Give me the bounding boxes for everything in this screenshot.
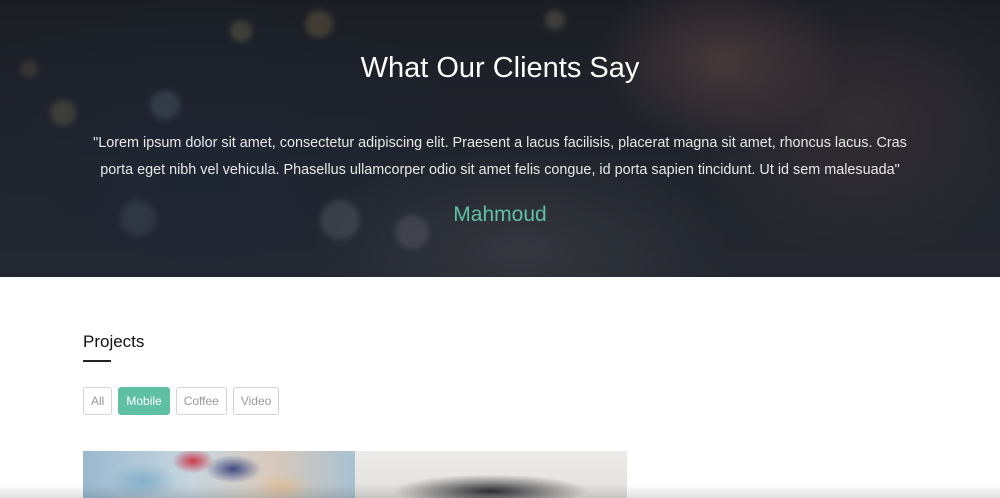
project-filters: All Mobile Coffee Video	[83, 387, 280, 415]
projects-title-underline	[83, 360, 111, 362]
filter-button-all[interactable]: All	[83, 387, 113, 415]
testimonial-quote: "Lorem ipsum dolor sit amet, consectetur…	[93, 135, 907, 178]
testimonial-author: Mahmoud	[453, 203, 547, 226]
project-thumbnail-product[interactable]	[355, 451, 627, 498]
projects-section: Projects All Mobile Coffee Video	[0, 277, 1000, 498]
testimonial-section: What Our Clients Say "Lorem ipsum dolor …	[0, 0, 1000, 277]
filter-button-mobile[interactable]: Mobile	[118, 387, 170, 415]
filter-button-video[interactable]: Video	[232, 387, 280, 415]
filter-button-coffee[interactable]: Coffee	[175, 387, 227, 415]
project-thumbnail-painting[interactable]	[83, 451, 355, 498]
testimonial-title: What Our Clients Say	[360, 52, 640, 84]
projects-title: Projects	[83, 332, 145, 351]
